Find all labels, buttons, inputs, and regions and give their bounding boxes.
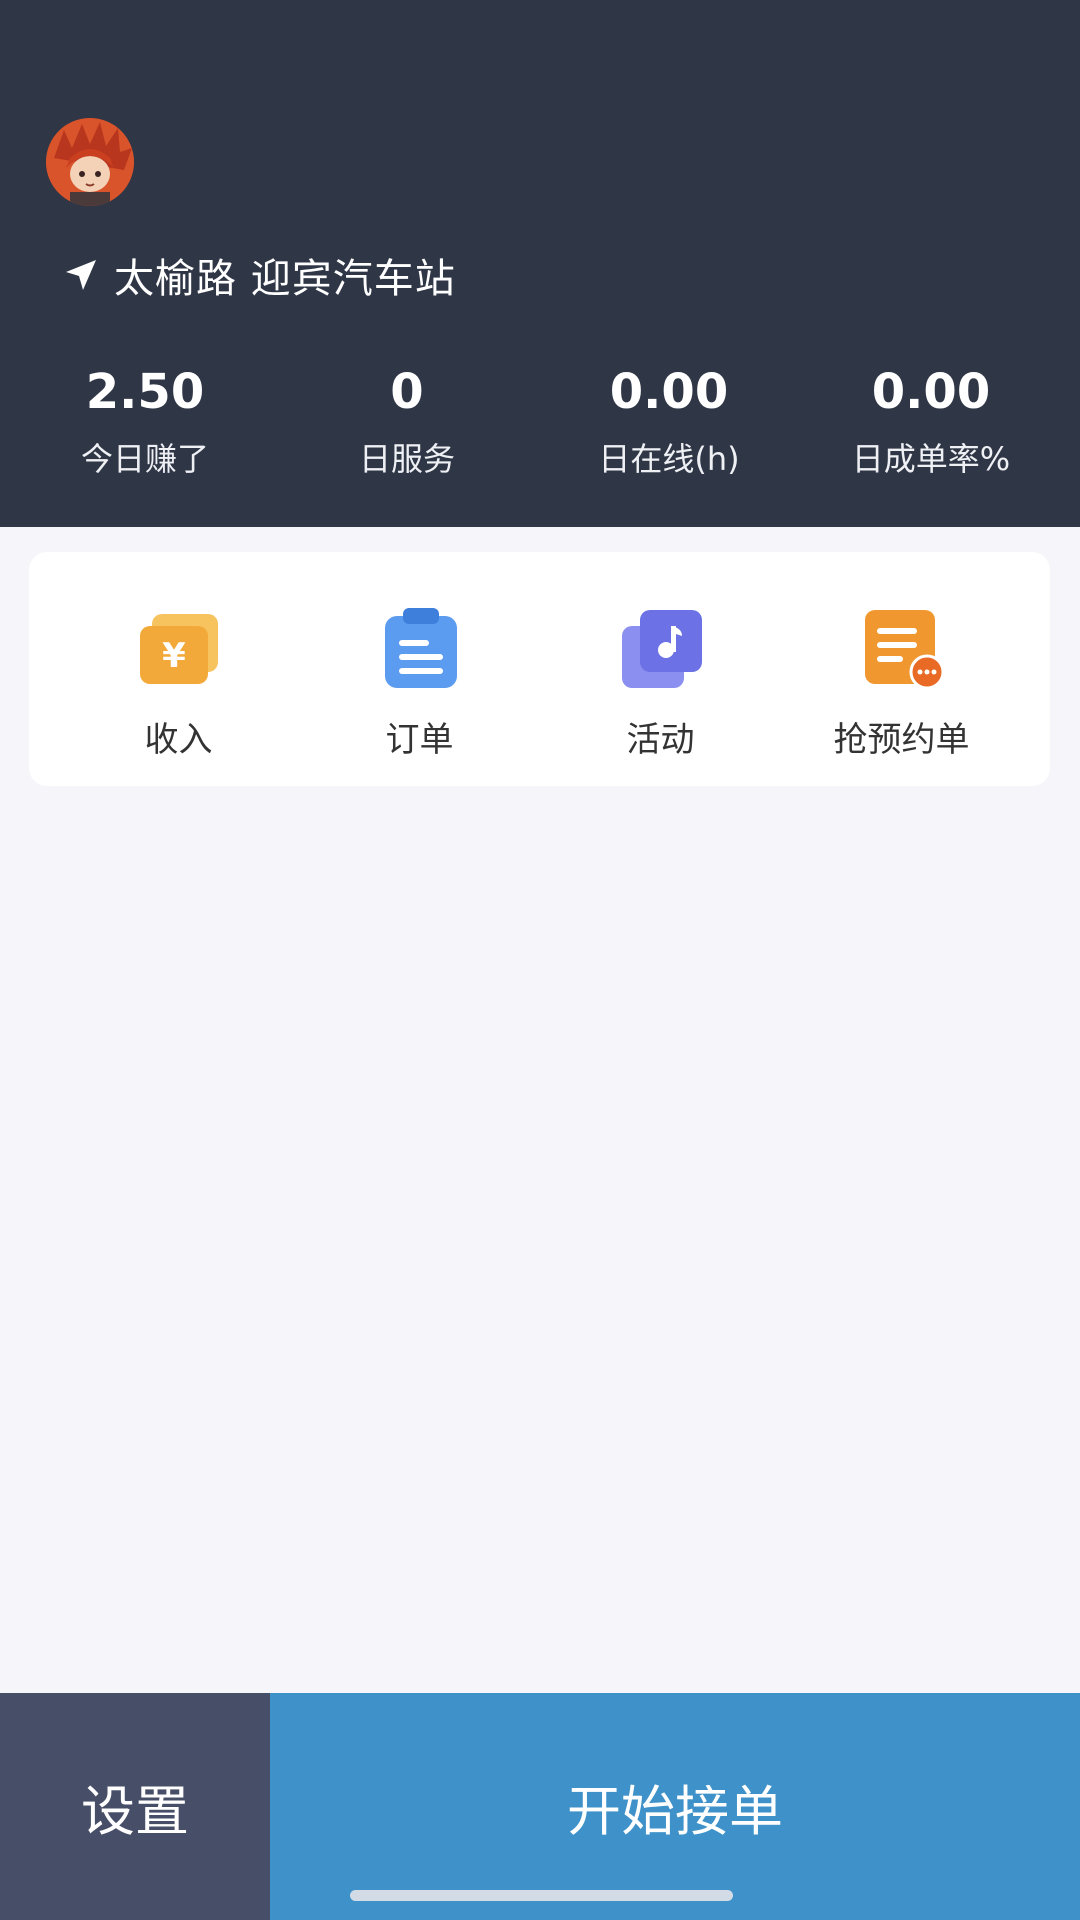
menu-item-reservation-orders[interactable]: 抢预约单: [781, 552, 1022, 786]
start-accepting-orders-button[interactable]: 开始接单: [270, 1693, 1080, 1920]
home-indicator[interactable]: [350, 1890, 733, 1901]
menu-label: 收入: [144, 720, 213, 760]
menu-item-orders[interactable]: 订单: [299, 552, 540, 786]
menu-label: 活动: [626, 720, 695, 760]
stat-label: 今日赚了: [80, 440, 209, 478]
avatar[interactable]: [46, 118, 134, 206]
bottom-action-bar: 设置 开始接单: [0, 1693, 1080, 1920]
stat-value: 2.50: [85, 364, 205, 420]
stat-services-today[interactable]: 0 日服务: [276, 360, 538, 490]
navigation-arrow-icon: [62, 256, 100, 294]
svg-text:¥: ¥: [162, 636, 186, 676]
stat-earned-today[interactable]: 2.50 今日赚了: [14, 360, 276, 490]
reservation-order-icon: [857, 604, 947, 694]
current-location[interactable]: 太榆路 迎宾汽车站: [62, 245, 456, 305]
avatar-image: [46, 118, 134, 206]
location-text: 太榆路 迎宾汽车站: [114, 256, 456, 302]
stat-label: 日在线(h): [598, 440, 740, 478]
menu-item-activities[interactable]: 活动: [540, 552, 781, 786]
daily-stats: 2.50 今日赚了 0 日服务 0.00 日在线(h) 0.00 日成单率%: [0, 360, 1080, 490]
stat-completion-rate[interactable]: 0.00 日成单率%: [800, 360, 1062, 490]
stat-online-hours[interactable]: 0.00 日在线(h): [538, 360, 800, 490]
stat-label: 日成单率%: [851, 440, 1011, 478]
stat-value: 0.00: [871, 364, 991, 420]
stat-label: 日服务: [358, 440, 455, 478]
menu-label: 抢预约单: [833, 720, 970, 760]
order-icon: [375, 604, 465, 694]
menu-label: 订单: [385, 720, 454, 760]
menu-item-income[interactable]: ¥ 收入: [58, 552, 299, 786]
driver-home-page: 太榆路 迎宾汽车站 2.50 今日赚了 0 日服务 0.00 日在线(h) 0.…: [0, 0, 1080, 1920]
settings-button[interactable]: 设置: [0, 1693, 270, 1920]
activity-icon: [616, 604, 706, 694]
stat-value: 0: [390, 364, 424, 420]
header: 太榆路 迎宾汽车站 2.50 今日赚了 0 日服务 0.00 日在线(h) 0.…: [0, 0, 1080, 527]
stat-value: 0.00: [609, 364, 729, 420]
quick-menu: ¥ 收入 订单 活动 抢预约单: [29, 552, 1050, 786]
income-icon: ¥: [134, 604, 224, 694]
